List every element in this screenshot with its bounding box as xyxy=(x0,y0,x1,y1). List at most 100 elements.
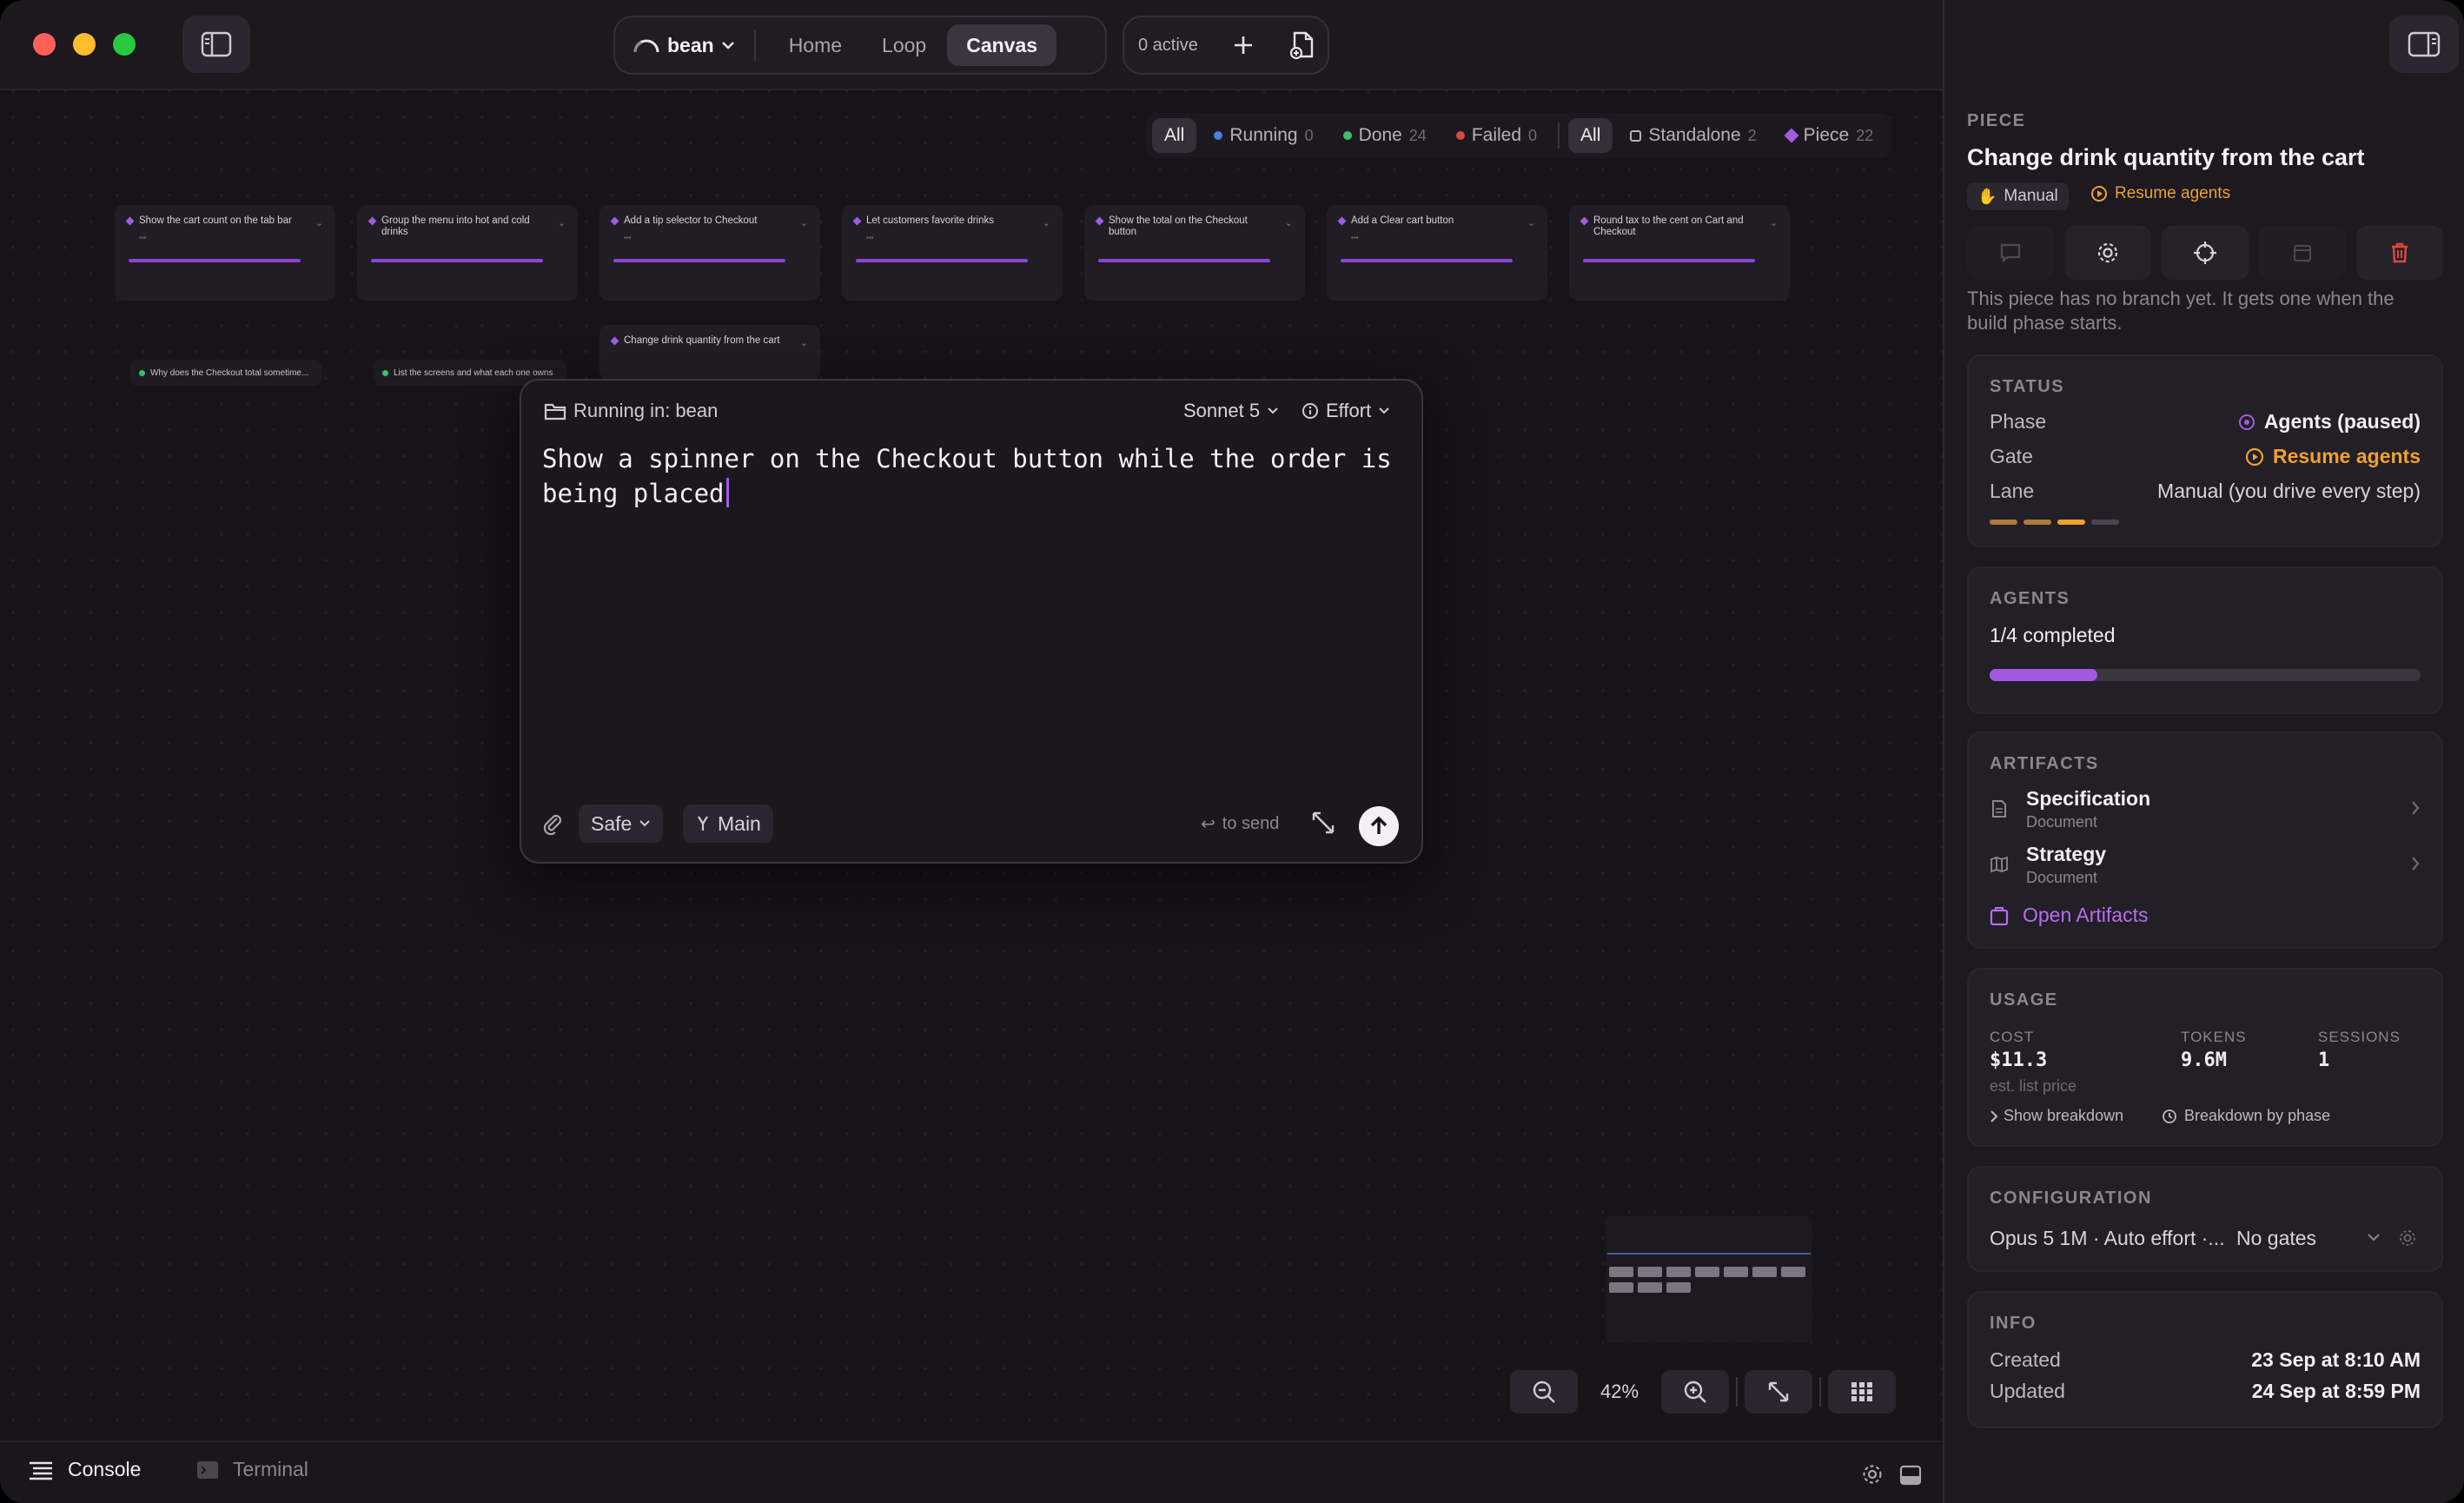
filter-label: Standalone xyxy=(1648,125,1741,145)
model-label: Sonnet 5 xyxy=(1183,400,1261,421)
chevron-down-icon[interactable]: ⌄ xyxy=(1770,217,1778,228)
new-document-icon[interactable] xyxy=(1289,30,1317,60)
chevron-down-icon[interactable]: ⌄ xyxy=(1285,217,1293,228)
chevron-down-icon[interactable]: ⌄ xyxy=(800,217,808,228)
toggle-sidebar-button[interactable] xyxy=(182,16,250,73)
section-label: AGENTS xyxy=(1990,589,2070,608)
filter-label: All xyxy=(1580,125,1601,145)
piece-card-selected[interactable]: Change drink quantity from the cart ⌄ xyxy=(599,325,820,381)
chevron-down-icon[interactable] xyxy=(2367,1232,2381,1242)
piece-card[interactable]: Add a Clear cart button ⌄ ▪▪▪ xyxy=(1327,205,1547,301)
plus-icon[interactable] xyxy=(1232,34,1255,56)
usage-section: USAGE COST $11.3 est. list price TOKENS … xyxy=(1967,968,2443,1147)
branch-note: This piece has no branch yet. It gets on… xyxy=(1967,288,2394,334)
tab-loop[interactable]: Loop xyxy=(863,24,945,66)
card-title: Round tax to the cent on Cart and Checko… xyxy=(1581,215,1778,238)
breakdown-by-phase-button[interactable]: Breakdown by phase xyxy=(2162,1107,2330,1125)
gear-icon[interactable] xyxy=(1861,1463,1884,1486)
close-window-button[interactable] xyxy=(33,33,56,56)
minimap[interactable] xyxy=(1606,1216,1812,1343)
send-button[interactable] xyxy=(1359,806,1399,846)
console-tab[interactable]: Console xyxy=(28,1458,141,1481)
grid-layout-button[interactable] xyxy=(1828,1370,1896,1414)
mode-select[interactable]: Safe xyxy=(579,804,664,843)
filter-running[interactable]: Running 0 xyxy=(1202,118,1325,153)
chevron-down-icon xyxy=(1379,407,1389,414)
chevron-down-icon[interactable]: ⌄ xyxy=(1043,217,1050,228)
gear-icon[interactable] xyxy=(2398,1228,2417,1248)
locate-button[interactable] xyxy=(2162,226,2249,280)
terminal-tab[interactable]: Terminal xyxy=(196,1458,308,1481)
console-label: Console xyxy=(68,1458,142,1480)
project-switcher[interactable]: bean xyxy=(633,30,756,61)
config-summary[interactable]: Opus 5 1M · Auto effort ·... xyxy=(1990,1227,2225,1250)
card-title: Why does the Checkout total sometime... xyxy=(150,367,309,378)
map-icon xyxy=(1990,856,2008,873)
zoom-divider xyxy=(1736,1377,1738,1407)
filter-status-all[interactable]: All xyxy=(1152,118,1197,153)
running-dot-icon xyxy=(1214,131,1223,140)
chevron-right-icon xyxy=(2412,801,2420,815)
bag-icon xyxy=(1990,906,2009,925)
piece-card[interactable]: Show the cart count on the tab bar ⌄ ▪▪▪ xyxy=(115,205,335,301)
artifact-item[interactable]: Strategy Document xyxy=(1990,843,2424,891)
resume-agents-tag[interactable]: Resume agents xyxy=(2090,184,2230,203)
tab-home[interactable]: Home xyxy=(770,24,861,66)
open-artifacts-link[interactable]: Open Artifacts xyxy=(1990,904,2148,927)
zoom-in-button[interactable] xyxy=(1661,1370,1729,1414)
settings-button[interactable] xyxy=(2064,226,2151,280)
filter-failed[interactable]: Failed 0 xyxy=(1444,118,1549,153)
title-bar: bean Home Loop Canvas 0 active xyxy=(0,0,1943,90)
zoom-out-icon xyxy=(1533,1381,1555,1403)
minimize-window-button[interactable] xyxy=(73,33,96,56)
delete-button[interactable] xyxy=(2356,226,2443,280)
artifact-name: Specification xyxy=(2026,787,2151,810)
gate-key: Gate xyxy=(1990,445,2033,467)
filter-count: 2 xyxy=(1747,126,1757,144)
piece-card[interactable]: Group the menu into hot and cold drinks ⌄ xyxy=(357,205,578,301)
chevron-down-icon[interactable]: ⌄ xyxy=(1527,217,1535,228)
model-select[interactable]: Sonnet 5 xyxy=(1183,400,1279,422)
agents-group: 0 active xyxy=(1123,16,1329,75)
zoom-out-button[interactable] xyxy=(1510,1370,1578,1414)
artifact-type: Document xyxy=(2026,813,2098,831)
terminal-label: Terminal xyxy=(233,1458,308,1480)
document-icon xyxy=(1992,800,2006,818)
card-progress xyxy=(129,259,301,262)
expand-icon[interactable] xyxy=(1310,810,1336,836)
zoom-window-button[interactable] xyxy=(113,33,136,56)
info-section: INFO Created 23 Sep at 8:10 AM Updated 24 … xyxy=(1967,1291,2443,1428)
show-breakdown-toggle[interactable]: Show breakdown xyxy=(1990,1107,2123,1125)
chevron-down-icon[interactable]: ⌄ xyxy=(800,337,808,348)
piece-card[interactable]: Let customers favorite drinks ⌄ ▪▪▪ xyxy=(842,205,1063,301)
card-title: Group the menu into hot and cold drinks xyxy=(369,215,566,238)
archive-button[interactable] xyxy=(2259,226,2346,280)
chevron-down-icon[interactable]: ⌄ xyxy=(315,217,323,228)
piece-card[interactable]: Show the total on the Checkout button ⌄ xyxy=(1084,205,1305,301)
toggle-inspector-button[interactable] xyxy=(2389,16,2459,73)
nav-group: bean Home Loop Canvas xyxy=(613,16,1107,75)
cost-label: COST xyxy=(1990,1029,2035,1045)
filter-label: Done xyxy=(1358,125,1402,145)
comment-button[interactable] xyxy=(1967,226,2054,280)
paperclip-icon[interactable] xyxy=(542,811,563,836)
card-progress xyxy=(1341,259,1513,262)
filter-piece[interactable]: Piece 22 xyxy=(1774,118,1886,153)
standalone-card[interactable]: Why does the Checkout total sometime... xyxy=(130,360,321,386)
resume-agents-link[interactable]: Resume agents xyxy=(2245,445,2421,468)
artifact-item[interactable]: Specification Document xyxy=(1990,787,2424,836)
effort-select[interactable]: Effort xyxy=(1302,400,1390,422)
branch-select[interactable]: Main xyxy=(683,804,773,843)
chevron-down-icon[interactable]: ⌄ xyxy=(558,217,566,228)
piece-card[interactable]: Round tax to the cent on Cart and Checko… xyxy=(1569,205,1790,301)
panel-bottom-icon[interactable] xyxy=(1899,1465,1922,1486)
tab-canvas[interactable]: Canvas xyxy=(947,24,1057,66)
grid-icon xyxy=(1851,1382,1872,1401)
prompt-input[interactable]: Show a spinner on the Checkout button wh… xyxy=(542,441,1394,511)
fit-view-button[interactable] xyxy=(1745,1370,1812,1414)
filter-kind-all[interactable]: All xyxy=(1568,118,1613,153)
canvas-area[interactable]: bean Home Loop Canvas 0 active All Runni… xyxy=(0,0,1943,1503)
filter-standalone[interactable]: Standalone 2 xyxy=(1618,118,1768,153)
piece-card[interactable]: Add a tip selector to Checkout ⌄ ▪▪▪ xyxy=(599,205,820,301)
filter-done[interactable]: Done 24 xyxy=(1331,118,1439,153)
